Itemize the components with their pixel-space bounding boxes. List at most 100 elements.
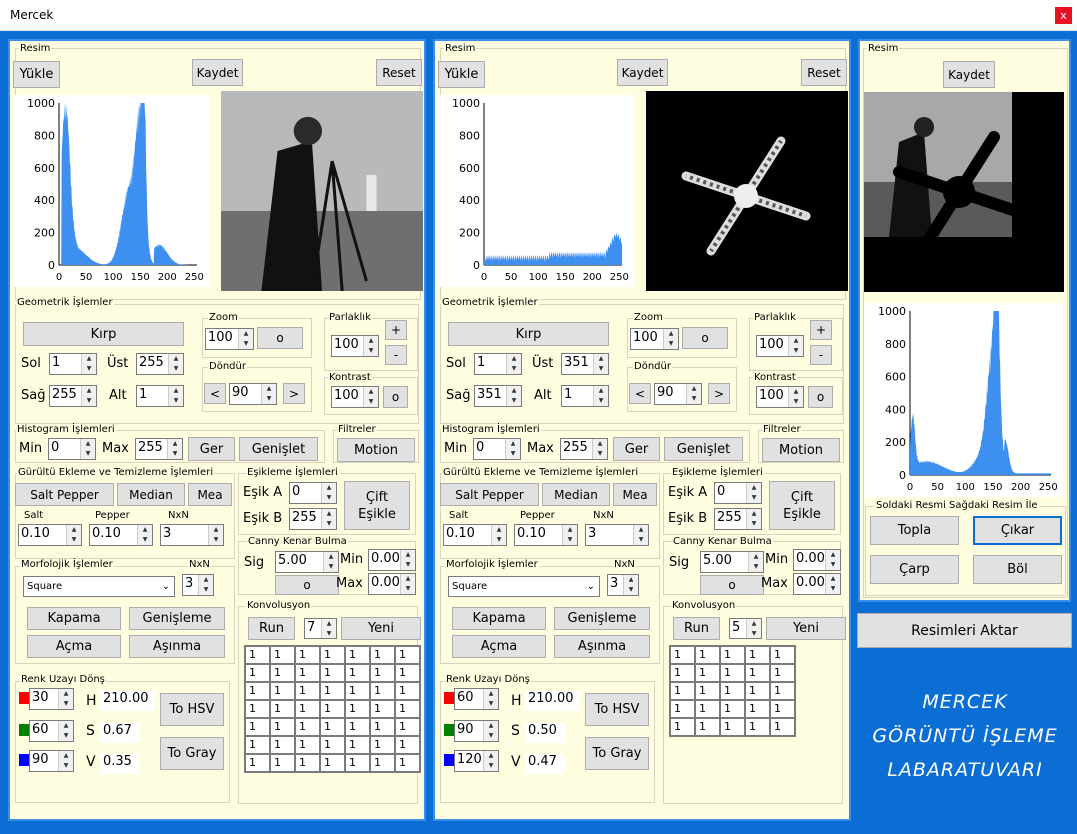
hmin-input[interactable]: 0 ▲ ▼	[48, 438, 96, 460]
updown-arrows-icon[interactable]: ▲ ▼	[506, 386, 521, 406]
b-input[interactable]: 90 ▲ ▼	[29, 750, 74, 772]
kernel-cell[interactable]: 1	[770, 700, 795, 718]
motion-button[interactable]: Motion	[762, 438, 840, 462]
reset-button[interactable]: Reset	[376, 59, 422, 86]
alt-input[interactable]: 1 ▲ ▼	[561, 385, 609, 407]
kaydet-button[interactable]: Kaydet	[617, 59, 668, 86]
carp-button[interactable]: Çarp	[870, 555, 959, 584]
kernel-cell[interactable]: 1	[770, 718, 795, 736]
kernel-cell[interactable]: 1	[670, 646, 695, 664]
kernel-cell[interactable]: 1	[345, 646, 370, 664]
kernel-cell[interactable]: 1	[370, 700, 395, 718]
kernel-cell[interactable]: 1	[670, 700, 695, 718]
sol-input[interactable]: 1 ▲ ▼	[49, 353, 97, 375]
kernel-cell[interactable]: 1	[670, 718, 695, 736]
updown-arrows-icon[interactable]: ▲ ▼	[58, 689, 73, 709]
zoom-button[interactable]: o	[682, 327, 728, 349]
updown-arrows-icon[interactable]: ▲ ▼	[593, 386, 608, 406]
kernel-cell[interactable]: 1	[395, 700, 420, 718]
updown-arrows-icon[interactable]: ▲ ▼	[363, 336, 378, 356]
updown-arrows-icon[interactable]: ▲ ▼	[208, 525, 223, 545]
updown-arrows-icon[interactable]: ▲ ▼	[81, 354, 96, 374]
kernel-cell[interactable]: 1	[370, 736, 395, 754]
kernel-cell[interactable]: 1	[695, 718, 720, 736]
minus-button[interactable]: -	[385, 345, 407, 365]
kernel-cell[interactable]: 1	[270, 664, 295, 682]
g-input[interactable]: 90 ▲ ▼	[454, 720, 499, 742]
updown-arrows-icon[interactable]: ▲ ▼	[483, 751, 498, 771]
kernel-cell[interactable]: 1	[320, 682, 345, 700]
kernel-cell[interactable]: 1	[320, 736, 345, 754]
sol-input[interactable]: 1 ▲ ▼	[474, 353, 522, 375]
saltpepper-button[interactable]: Salt Pepper	[15, 483, 114, 506]
sag-input[interactable]: 255 ▲ ▼	[49, 385, 97, 407]
cift-esikle-button[interactable]: Çift Eşikle	[769, 481, 835, 530]
kernel-cell[interactable]: 1	[770, 664, 795, 682]
kernel-cell[interactable]: 1	[345, 700, 370, 718]
acma-button[interactable]: Açma	[452, 635, 546, 658]
right-kaydet-button[interactable]: Kaydet	[943, 61, 995, 88]
to-gray-button[interactable]: To Gray	[585, 737, 649, 770]
hmin-input[interactable]: 0 ▲ ▼	[473, 438, 521, 460]
kontrast-button[interactable]: o	[808, 386, 833, 408]
kernel-cell[interactable]: 1	[320, 646, 345, 664]
updown-arrows-icon[interactable]: ▲ ▼	[663, 329, 678, 349]
salt-input[interactable]: 0.10 ▲ ▼	[443, 524, 507, 546]
rotate-prev-button[interactable]: <	[629, 383, 651, 404]
kernel-cell[interactable]: 1	[695, 664, 720, 682]
saltpepper-button[interactable]: Salt Pepper	[440, 483, 539, 506]
alt-input[interactable]: 1 ▲ ▼	[136, 385, 184, 407]
run-button[interactable]: Run	[673, 617, 720, 640]
kontrast-button[interactable]: o	[383, 386, 408, 408]
kernel-cell[interactable]: 1	[395, 718, 420, 736]
kontrast-input[interactable]: 100 ▲ ▼	[331, 386, 379, 408]
m-nxn-input[interactable]: 3 ▲ ▼	[182, 574, 214, 596]
kernel-cell[interactable]: 1	[270, 682, 295, 700]
kernel-cell[interactable]: 1	[395, 682, 420, 700]
updown-arrows-icon[interactable]: ▲ ▼	[506, 354, 521, 374]
updown-arrows-icon[interactable]: ▲ ▼	[746, 483, 761, 503]
kernel-cell[interactable]: 1	[295, 682, 320, 700]
updown-arrows-icon[interactable]: ▲ ▼	[748, 552, 763, 572]
cmax-input[interactable]: 0.00 ▲ ▼	[793, 573, 841, 595]
zoom-input[interactable]: 100 ▲ ▼	[630, 328, 679, 350]
kernel-cell[interactable]: 1	[295, 736, 320, 754]
rotate-next-button[interactable]: >	[283, 383, 305, 404]
dondur-input[interactable]: 90 ▲ ▼	[229, 383, 277, 405]
updown-arrows-icon[interactable]: ▲ ▼	[238, 329, 253, 349]
to-hsv-button[interactable]: To HSV	[585, 693, 649, 726]
kernel-cell[interactable]: 1	[270, 700, 295, 718]
kernel-cell[interactable]: 1	[245, 664, 270, 682]
updown-arrows-icon[interactable]: ▲ ▼	[592, 439, 607, 459]
kernel-cell[interactable]: 1	[695, 682, 720, 700]
kernel-cell[interactable]: 1	[670, 682, 695, 700]
kernel-cell[interactable]: 1	[345, 718, 370, 736]
kernel-cell[interactable]: 1	[720, 718, 745, 736]
kernel-cell[interactable]: 1	[295, 718, 320, 736]
yeni-button[interactable]: Yeni	[341, 617, 421, 640]
m-nxn-input[interactable]: 3 ▲ ▼	[607, 574, 639, 596]
kernel-cell[interactable]: 1	[745, 682, 770, 700]
updown-arrows-icon[interactable]: ▲ ▼	[483, 689, 498, 709]
yukle-button[interactable]: Yükle	[13, 61, 60, 88]
cift-esikle-button[interactable]: Çift Eşikle	[344, 481, 410, 530]
dondur-input[interactable]: 90 ▲ ▼	[654, 383, 702, 405]
kernel-cell[interactable]: 1	[745, 664, 770, 682]
zoom-input[interactable]: 100 ▲ ▼	[205, 328, 254, 350]
updown-arrows-icon[interactable]: ▲ ▼	[633, 525, 648, 545]
updown-arrows-icon[interactable]: ▲ ▼	[321, 483, 336, 503]
ger-button[interactable]: Ger	[188, 437, 235, 461]
cmax-input[interactable]: 0.00 ▲ ▼	[368, 573, 416, 595]
kernel-cell[interactable]: 1	[395, 664, 420, 682]
esikb-input[interactable]: 255 ▲ ▼	[289, 508, 337, 530]
b-input[interactable]: 120 ▲ ▼	[454, 750, 499, 772]
kernel-cell[interactable]: 1	[270, 646, 295, 664]
kernel-cell[interactable]: 1	[245, 718, 270, 736]
yukle-button[interactable]: Yükle	[438, 61, 485, 88]
kernel-cell[interactable]: 1	[395, 646, 420, 664]
kernel-cell[interactable]: 1	[245, 754, 270, 772]
kernel-cell[interactable]: 1	[345, 754, 370, 772]
updown-arrows-icon[interactable]: ▲ ▼	[58, 751, 73, 771]
yeni-button[interactable]: Yeni	[766, 617, 846, 640]
rotate-next-button[interactable]: >	[708, 383, 730, 404]
